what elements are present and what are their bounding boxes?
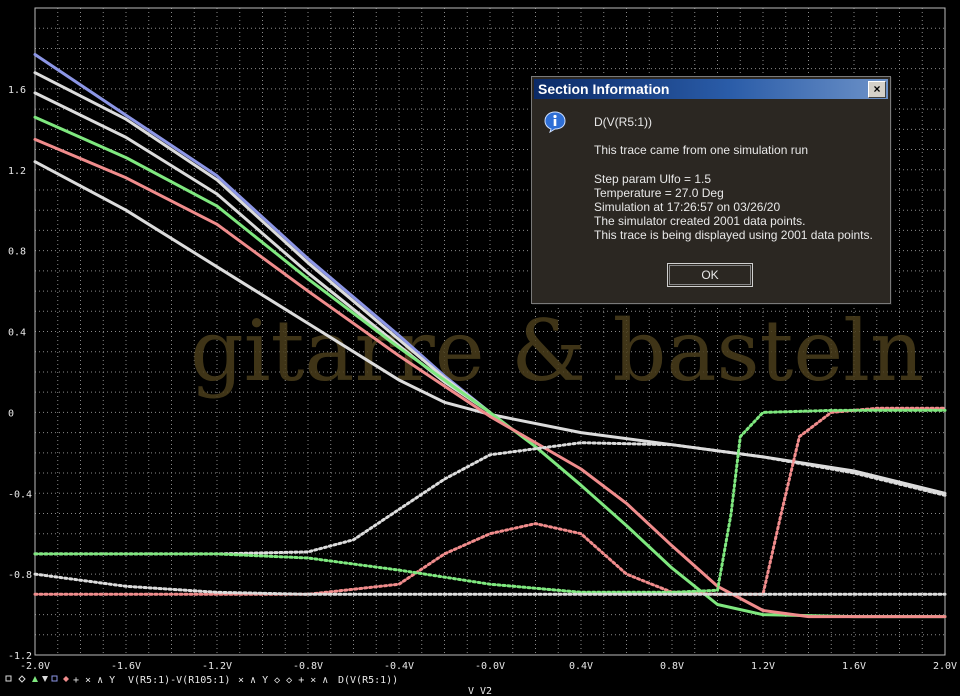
x-tick-label: -0.0V (475, 661, 505, 672)
x-tick-label: -0.8V (293, 661, 323, 672)
y-tick-label: 1.6 (8, 85, 26, 96)
series-line-9 (33, 408, 947, 594)
y-tick-label: -1.2 (8, 651, 32, 662)
legend-markers-2: × ∧ Y ◇ ◇ + × ∧ (238, 675, 328, 686)
x-tick-label: -1.6V (111, 661, 141, 672)
trace-name: D(V(R5:1)) (594, 115, 653, 129)
y-tick-label: 1.2 (8, 166, 26, 177)
dialog-title: Section Information (538, 81, 670, 97)
y-tick-label: -0.4 (8, 489, 32, 500)
y-tick-label: -0.8 (8, 570, 32, 581)
x-tick-label: 0.4V (569, 661, 593, 672)
points-displayed: This trace is being displayed using 2001… (594, 228, 873, 242)
x-axis-label: V_V2 (468, 686, 492, 696)
y-tick-label: 0.4 (8, 328, 26, 339)
ok-button[interactable]: OK (667, 263, 753, 287)
x-tick-label: 2.0V (933, 661, 957, 672)
trace-run-info: This trace came from one simulation run (594, 143, 809, 157)
legend: + × ∧ Y V(R5:1)-V(R105:1) × ∧ Y ◇ ◇ + × … (5, 675, 398, 686)
svg-text:× ∧ Y ◇ ◇ + × ∧: × ∧ Y ◇ ◇ + × ∧ (238, 675, 328, 686)
info-icon (544, 111, 566, 133)
step-param: Step param Ulfo = 1.5 (594, 172, 712, 186)
simulation-time: Simulation at 17:26:57 on 03/26/20 (594, 200, 781, 214)
x-tick-label: -0.4V (384, 661, 414, 672)
x-tick-label: 1.6V (842, 661, 866, 672)
legend-markers-1: + × ∧ Y (5, 675, 115, 686)
svg-text:+ × ∧ Y: + × ∧ Y (73, 675, 115, 686)
legend-label-1: V(R5:1)-V(R105:1) (128, 675, 230, 686)
legend-label-2: D(V(R5:1)) (338, 675, 398, 686)
y-tick-label: 0 (8, 408, 14, 419)
temperature: Temperature = 27.0 Deg (594, 186, 724, 200)
y-tick-label: 0.8 (8, 247, 26, 258)
x-tick-label: 1.2V (751, 661, 775, 672)
points-created: The simulator created 2001 data points. (594, 214, 806, 228)
x-tick-label: 0.8V (660, 661, 684, 672)
dialog-title-bar[interactable]: Section Information × (534, 79, 888, 99)
x-tick-label: -2.0V (20, 661, 50, 672)
x-tick-label: -1.2V (202, 661, 232, 672)
section-information-dialog[interactable]: Section Information × D(V(R5:1)) This tr… (531, 76, 891, 304)
series-line-7 (33, 441, 947, 556)
close-button[interactable]: × (868, 81, 886, 98)
watermark: gitarre & basteln (190, 302, 924, 400)
